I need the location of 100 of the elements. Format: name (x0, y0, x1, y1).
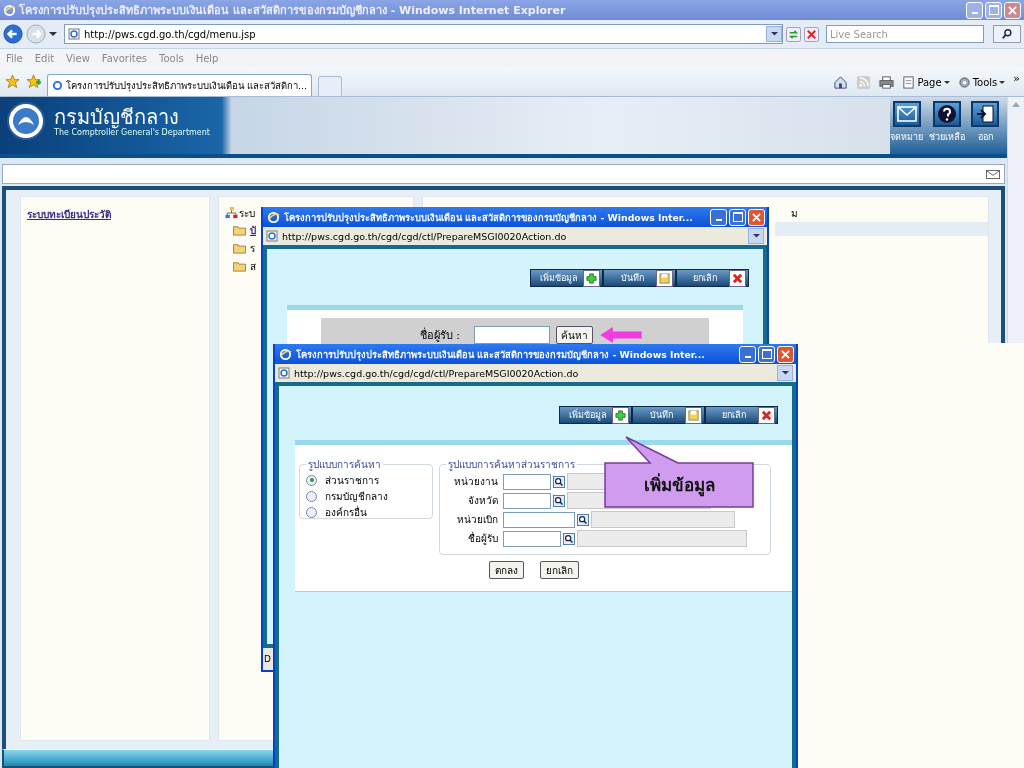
plus-icon (615, 409, 626, 421)
folder-icon (233, 260, 246, 272)
code-field[interactable] (503, 473, 551, 490)
search-icon (1001, 28, 1013, 40)
radio-button[interactable] (306, 506, 317, 518)
menu-item[interactable]: Edit (34, 52, 55, 64)
group-title: รูปแบบการค้นหา (307, 458, 382, 472)
search-button[interactable] (561, 530, 577, 547)
group-title: รูปแบบการค้นหาส่วนราชการ (447, 458, 576, 472)
favorites-star-icon[interactable] (5, 74, 20, 89)
mail-button[interactable] (892, 101, 921, 127)
status-text: D (264, 654, 271, 664)
action-button[interactable]: เพิ่มข้อมูล (530, 269, 603, 287)
minimize-button[interactable] (710, 208, 727, 226)
emblem-icon (6, 101, 46, 141)
menu-item[interactable]: Help (195, 52, 219, 64)
action-button[interactable]: บันทึก (632, 406, 705, 424)
browser-logo-icon (279, 347, 292, 361)
code-field[interactable] (503, 511, 575, 528)
menu-item[interactable]: Favorites (101, 52, 147, 64)
add-favorite-icon[interactable] (26, 74, 41, 89)
tree-item[interactable]: บั (250, 222, 256, 238)
radio-label: ส่วนราชการ (325, 473, 379, 488)
address-field[interactable]: http://pws.cgd.go.th/cgd/menu.jsp (64, 24, 783, 44)
page-icon (902, 76, 916, 89)
toolbar-button[interactable]: Page (902, 76, 950, 89)
search-button[interactable] (575, 511, 591, 528)
print-icon[interactable] (879, 75, 895, 90)
search-field[interactable]: Live Search (826, 25, 984, 43)
header-link[interactable]: จดหมาย (890, 130, 923, 144)
toolbar-button[interactable]: Tools (957, 76, 1006, 89)
form-button[interactable]: ตกลง (489, 561, 524, 579)
caret-icon (752, 233, 760, 239)
dropdown-button[interactable] (766, 26, 782, 42)
minimize-button[interactable] (739, 345, 756, 363)
close-icon (752, 212, 761, 222)
close-icon (1008, 5, 1017, 15)
dropdown-button[interactable] (777, 365, 793, 381)
browser-logo-icon (3, 3, 16, 17)
action-button[interactable]: ยกเลิก (705, 406, 778, 424)
radio-button[interactable] (306, 474, 317, 486)
field-label: หน่วยเบิก (456, 513, 499, 527)
gear-icon (957, 76, 971, 89)
header-link[interactable]: ออก (977, 130, 993, 144)
window-title: โครงการปรับปรุงประสิทธิภาพระบบเงินเดือน และสวัสดิการของกรมบัญชีกลาง - Windows Internet Explorer (19, 2, 567, 19)
menu-item[interactable]: File (6, 52, 23, 64)
code-field[interactable] (503, 530, 561, 547)
url-text: http://pws.cgd.go.th/cgd/menu.jsp (84, 28, 256, 40)
hierarchy-icon (225, 207, 238, 219)
dropdown-icon[interactable] (49, 31, 57, 37)
search-button[interactable] (551, 473, 567, 490)
close-button[interactable] (777, 345, 794, 363)
menu-link[interactable]: ระบบทะเบียนประวัติ (27, 209, 111, 220)
page-icon (266, 230, 278, 242)
help-button[interactable] (933, 101, 961, 127)
action-button[interactable]: เพิ่มข้อมูล (559, 406, 632, 424)
mail-icon[interactable] (986, 169, 1000, 179)
menu-item[interactable]: Tools (159, 52, 184, 64)
header-link[interactable]: ช่วยเหลือ (929, 130, 965, 144)
more-button[interactable]: » (1013, 72, 1020, 85)
search-button[interactable] (551, 492, 567, 509)
close-button[interactable] (748, 208, 765, 226)
cross-icon (732, 272, 743, 284)
url-text: http://pws.cgd.go.th/cgd/cgd/ctl/PrepareMSGI0020Action.do (282, 230, 567, 242)
action-button[interactable]: บันทึก (603, 269, 676, 287)
maximize-button[interactable] (729, 208, 746, 226)
back-button[interactable] (3, 24, 23, 44)
search-button[interactable]: ค้นหา (556, 326, 593, 344)
site-subtitle: The Comptroller General's Department (54, 127, 210, 137)
envelope-icon (896, 106, 917, 122)
tree-item[interactable]: ร (250, 240, 255, 256)
close-icon (781, 349, 790, 359)
maximize-button[interactable] (758, 345, 775, 363)
radio-button[interactable] (306, 490, 317, 502)
form-button[interactable]: ยกเลิก (540, 561, 579, 579)
folder-icon (233, 242, 246, 254)
stop-button[interactable] (804, 26, 819, 42)
dropdown-button[interactable] (748, 228, 764, 244)
pointer-arrow-icon (599, 326, 643, 344)
radio-label: กรมบัญชีกลาง (325, 489, 388, 504)
page-icon (52, 80, 63, 91)
recipient-field[interactable] (474, 326, 550, 344)
help-icon (937, 104, 957, 124)
field-label: ชื่อผู้รับ : (418, 326, 461, 344)
search-button[interactable] (993, 25, 1021, 43)
scrollbar[interactable] (1007, 97, 1024, 343)
exit-button[interactable] (971, 101, 999, 127)
action-button[interactable]: ยกเลิก (676, 269, 749, 287)
menu-item[interactable]: View (66, 52, 90, 64)
panel-heading: ม (791, 207, 798, 220)
window-title: โครงการปรับปรุงประสิทธิภาพระบบเงินเดือน และสวัสดิการของกรมบัญชีกลาง - Windows Inter... (296, 347, 706, 362)
callout: เพิ่มข้อมูล (604, 436, 754, 508)
browser-logo-icon (267, 210, 280, 224)
code-field[interactable] (503, 492, 551, 509)
tree-item[interactable]: ส (250, 258, 256, 274)
home-icon[interactable] (833, 75, 849, 90)
tree-root[interactable]: ระบ (239, 205, 255, 221)
field-label: จังหวัด (467, 494, 499, 508)
page-icon (68, 28, 80, 40)
browser-tab[interactable]: โครงการปรับปรุงประสิทธิภาพระบบเงินเดือน และสวัสดิกา... (47, 74, 313, 96)
